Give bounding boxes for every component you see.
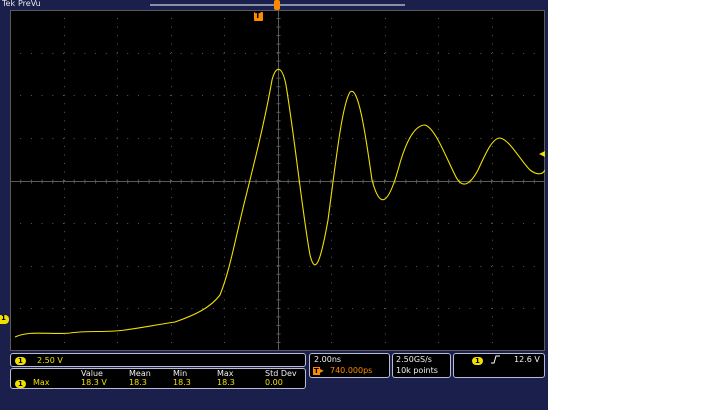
vertical-scale-panel[interactable]: 1 2.50 V [10,353,306,367]
channel-1-ground-marker[interactable]: 1 [0,314,9,324]
timebase-panel[interactable]: 2.00ns T▸ 740.000ps [309,353,390,378]
time-per-div: 2.00ns [314,355,342,364]
top-status-bar: Tek PreVu [0,0,548,10]
measurement-value: 18.3 V [81,378,107,387]
tek-logo-icon: Tek [2,0,16,8]
channel-1-waveform [14,68,545,338]
measurement-mean: 18.3 [129,378,147,387]
measurement-header-value: Value [81,369,103,378]
trigger-delay-icon: T▸ [313,366,324,375]
trigger-panel[interactable]: 1 12.6 V [453,353,545,378]
measurement-header-min: Min [173,369,188,378]
waveform-layer [14,68,545,338]
channel-1-ground-label: 1 [1,314,6,322]
waveform-graticule [10,10,545,351]
prevu-mode-label: PreVu [18,0,41,8]
sample-rate: 2.50GS/s [396,355,432,364]
measurement-type-label: Max [33,378,50,387]
trigger-position-marker[interactable]: T [254,11,263,21]
measurement-header-stddev: Std Dev [265,369,297,378]
trigger-level: 12.6 V [514,355,540,364]
measurement-min: 18.3 [173,378,191,387]
trigger-delay: 740.000ps [330,366,373,375]
measurement-channel-badge: 1 [15,379,26,388]
trigger-level-arrow-icon[interactable] [539,151,545,157]
trigger-channel-badge: 1 [472,356,483,365]
measurement-stddev: 0.00 [265,378,283,387]
measurement-header-mean: Mean [129,369,151,378]
acquisition-panel[interactable]: 2.50GS/s 10k points [392,353,451,378]
oscilloscope-screen: Tek PreVu T 1 1 2.50 V Value Mean Min Ma… [0,0,548,410]
channel-1-badge: 1 [15,356,26,365]
rising-edge-icon [491,355,500,366]
record-length: 10k points [396,366,438,375]
measurement-max: 18.3 [217,378,235,387]
measurement-panel[interactable]: Value Mean Min Max Std Dev 1 Max 18.3 V … [10,368,306,389]
volts-per-div: 2.50 V [37,356,63,365]
record-position-marker[interactable] [274,0,280,10]
measurement-header-max: Max [217,369,234,378]
trigger-position-label: T [255,11,261,20]
